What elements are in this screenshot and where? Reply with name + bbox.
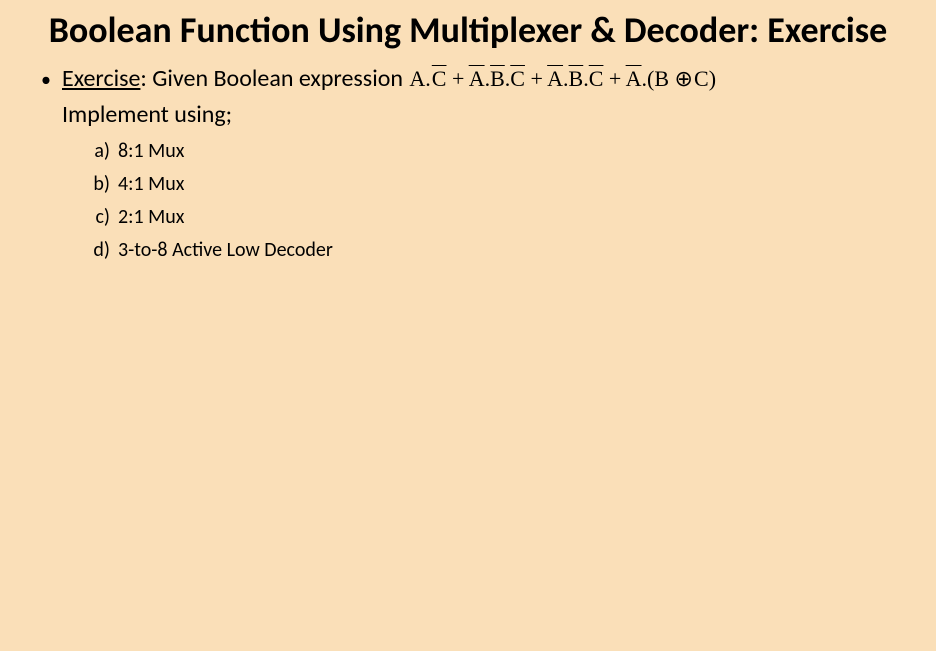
term2-c-bar: C bbox=[510, 66, 525, 91]
boolean-expression: A.C + A.B.C + A.B.C + A.(B C) bbox=[408, 66, 716, 91]
slide-title: Boolean Function Using Multiplexer & Dec… bbox=[30, 0, 906, 57]
item-text-c: 2:1 Mux bbox=[118, 204, 906, 231]
list-item: c) 2:1 Mux bbox=[82, 204, 906, 231]
bullet-marker: • bbox=[30, 63, 62, 97]
item-text-a: 8:1 Mux bbox=[118, 138, 906, 165]
list-item: b) 4:1 Mux bbox=[82, 171, 906, 198]
xor-icon bbox=[675, 64, 689, 94]
term3-c-bar: C bbox=[589, 66, 604, 91]
item-letter-a: a) bbox=[82, 138, 118, 165]
plus-1: + bbox=[446, 66, 468, 91]
term4-a-bar: A bbox=[626, 66, 642, 91]
exercise-lead: : Given Boolean expression bbox=[140, 64, 408, 93]
term3-a-bar: A bbox=[547, 66, 563, 91]
item-text-d: 3-to-8 Active Low Decoder bbox=[118, 237, 906, 264]
term3-b-bar: B bbox=[569, 66, 584, 91]
plus-3: + bbox=[603, 66, 625, 91]
item-letter-d: d) bbox=[82, 237, 118, 264]
bullet-text: Exercise: Given Boolean expression A.C +… bbox=[62, 63, 906, 95]
list-item: a) 8:1 Mux bbox=[82, 138, 906, 165]
term4-close: C) bbox=[694, 66, 716, 91]
sublist: a) 8:1 Mux b) 4:1 Mux c) 2:1 Mux d) 3-to… bbox=[82, 138, 906, 264]
exercise-label: Exercise bbox=[62, 64, 140, 93]
item-letter-b: b) bbox=[82, 171, 118, 198]
term1-a: A. bbox=[408, 66, 431, 91]
plus-2: + bbox=[525, 66, 547, 91]
term2-a-bar: A bbox=[469, 66, 485, 91]
term1-c-bar: C bbox=[432, 66, 447, 91]
term4-open: .(B bbox=[642, 66, 670, 91]
item-letter-c: c) bbox=[82, 204, 118, 231]
slide: Boolean Function Using Multiplexer & Dec… bbox=[0, 0, 936, 651]
item-text-b: 4:1 Mux bbox=[118, 171, 906, 198]
bullet-row: • Exercise: Given Boolean expression A.C… bbox=[30, 63, 906, 97]
slide-body: • Exercise: Given Boolean expression A.C… bbox=[30, 63, 906, 263]
implement-line: Implement using; bbox=[62, 99, 906, 131]
term2-b-bar: B bbox=[490, 66, 505, 91]
list-item: d) 3-to-8 Active Low Decoder bbox=[82, 237, 906, 264]
